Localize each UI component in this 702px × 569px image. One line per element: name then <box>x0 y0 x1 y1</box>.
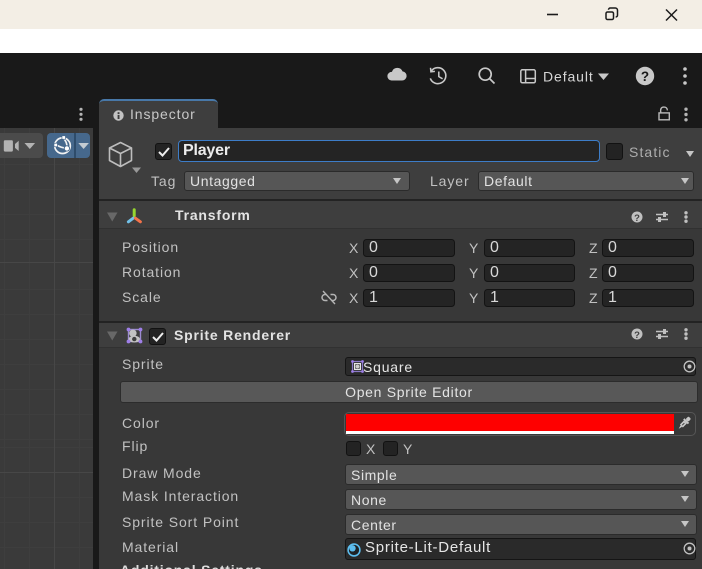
svg-text:?: ? <box>634 330 640 340</box>
svg-text:?: ? <box>634 213 640 223</box>
svg-text:?: ? <box>641 69 649 84</box>
svg-text:Default: Default <box>543 69 594 85</box>
